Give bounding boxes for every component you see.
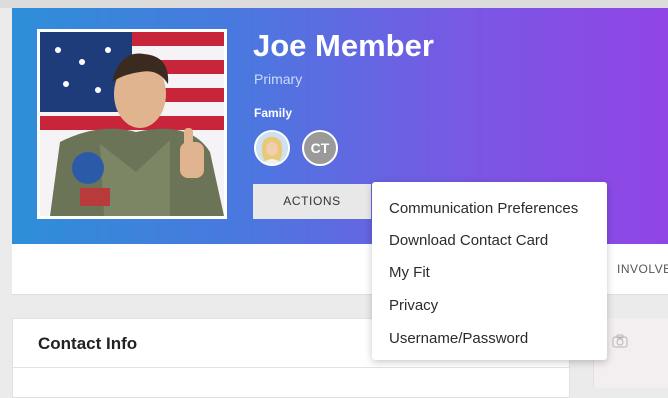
menu-item-my-fit[interactable]: My Fit — [389, 264, 430, 281]
camera-icon[interactable] — [612, 334, 628, 348]
menu-item-privacy[interactable]: Privacy — [389, 297, 438, 314]
family-member-initials[interactable]: CT — [302, 130, 338, 166]
menu-item-download-contact-card[interactable]: Download Contact Card — [389, 232, 548, 249]
actions-button[interactable]: ACTIONS — [253, 184, 371, 219]
member-role: Primary — [254, 71, 303, 87]
menu-item-username-password[interactable]: Username/Password — [389, 330, 528, 347]
family-photo-image — [256, 132, 288, 164]
tab-involvement[interactable]: INVOLVEMENT — [617, 262, 668, 276]
top-strip — [0, 0, 668, 8]
menu-item-communication-preferences[interactable]: Communication Preferences — [389, 200, 578, 217]
member-avatar — [37, 29, 227, 219]
contact-divider — [13, 367, 569, 368]
member-name: Joe Member — [253, 28, 434, 63]
contact-info-title: Contact Info — [38, 334, 138, 353]
avatar-photo — [40, 32, 224, 216]
family-label: Family — [254, 106, 293, 120]
family-member-photo[interactable] — [254, 130, 290, 166]
actions-dropdown-menu: Communication Preferences Download Conta… — [372, 182, 607, 360]
